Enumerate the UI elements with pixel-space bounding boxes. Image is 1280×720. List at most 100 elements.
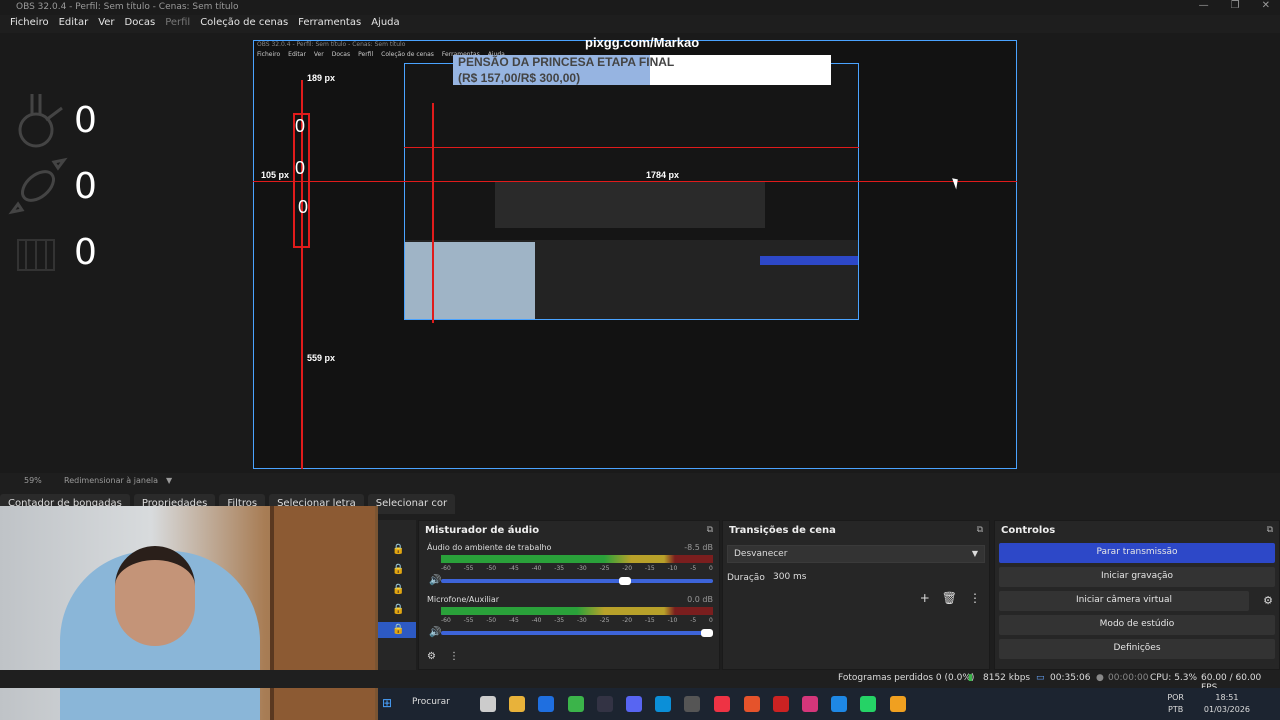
nested-menu-item: Perfil bbox=[358, 51, 374, 58]
volume-knob[interactable] bbox=[619, 577, 631, 585]
tick: -55 bbox=[463, 565, 474, 572]
dock-float-icon[interactable]: ⧉ bbox=[1267, 525, 1273, 535]
measure-top: 189 px bbox=[307, 73, 336, 83]
lock-icon[interactable]: 🔒 bbox=[392, 624, 404, 635]
counter-row: 0 bbox=[8, 156, 97, 216]
app-icon[interactable] bbox=[773, 696, 789, 712]
menu-docas[interactable]: Docas bbox=[120, 15, 161, 33]
nested-stream-button bbox=[760, 256, 858, 265]
measure-right: 1784 px bbox=[646, 170, 680, 180]
guide-horizontal bbox=[253, 181, 1017, 182]
duration-label: Duração bbox=[727, 573, 765, 583]
clock-date: 01/03/2026 bbox=[1203, 705, 1250, 714]
resize-to-window[interactable]: Redimensionar à janela bbox=[64, 476, 158, 485]
tick: -15 bbox=[644, 617, 655, 624]
volume-knob[interactable] bbox=[701, 629, 713, 637]
volume-slider[interactable] bbox=[441, 631, 713, 635]
counter-value: 0 bbox=[74, 165, 97, 207]
instagram-icon[interactable] bbox=[802, 696, 818, 712]
tick: -45 bbox=[508, 617, 519, 624]
file-explorer-icon[interactable] bbox=[509, 696, 525, 712]
gear-icon[interactable]: ⚙ bbox=[1263, 594, 1273, 607]
trash-icon[interactable]: 🗑 bbox=[942, 591, 957, 605]
volume-slider[interactable] bbox=[441, 579, 713, 583]
guide-vertical-nested bbox=[432, 103, 434, 323]
nested-menu-item: Docas bbox=[331, 51, 351, 58]
windows-start-icon[interactable]: ⊞ bbox=[382, 696, 392, 710]
tick: -35 bbox=[554, 565, 565, 572]
tick: -45 bbox=[508, 565, 519, 572]
tick: -60 bbox=[441, 565, 451, 572]
speaker-icon[interactable]: 🔊 bbox=[429, 575, 441, 586]
cloud-icon[interactable] bbox=[890, 696, 906, 712]
restore-icon[interactable]: ❐ bbox=[1231, 0, 1240, 11]
lock-icon[interactable]: 🔒 bbox=[392, 564, 404, 575]
duration-input[interactable]: 300 ms bbox=[767, 569, 985, 587]
menu-perfil[interactable]: Perfil bbox=[160, 15, 195, 33]
menu-ver[interactable]: Ver bbox=[93, 15, 119, 33]
meter-ticks: -60 -55 -50 -45 -40 -35 -30 -25 -20 -15 -10 -5 0 bbox=[441, 617, 713, 624]
add-icon[interactable]: + bbox=[920, 591, 930, 605]
settings-button[interactable]: Definições bbox=[999, 639, 1275, 659]
xbox-icon[interactable] bbox=[568, 696, 584, 712]
app-icon[interactable] bbox=[831, 696, 847, 712]
menu-ajuda[interactable]: Ajuda bbox=[366, 15, 404, 33]
steam-icon[interactable] bbox=[597, 696, 613, 712]
chevron-down-icon[interactable]: ▼ bbox=[166, 476, 172, 485]
donation-goal-banner: PENSÃO DA PRINCESA ETAPA FINAL (R$ 157,0… bbox=[453, 55, 831, 85]
discord-icon[interactable] bbox=[626, 696, 642, 712]
transitions-title: Transições de cena bbox=[729, 525, 836, 536]
lock-icon[interactable]: 🔒 bbox=[392, 604, 404, 615]
lock-icon[interactable]: 🔒 bbox=[392, 584, 404, 595]
nested-menu-item: Editar bbox=[288, 51, 306, 58]
chrome-icon[interactable] bbox=[714, 696, 730, 712]
menu-ferramentas[interactable]: Ferramentas bbox=[293, 15, 366, 33]
edge-icon[interactable] bbox=[655, 696, 671, 712]
dock-float-icon[interactable]: ⧉ bbox=[707, 525, 713, 535]
tick: 0 bbox=[709, 617, 713, 624]
volume-meter bbox=[441, 555, 713, 563]
tick: -50 bbox=[486, 565, 497, 572]
zoom-bar: 59% Redimensionar à janela ▼ bbox=[0, 474, 1280, 488]
transition-selected: Desvanecer bbox=[734, 549, 788, 559]
lock-icon[interactable]: 🔒 bbox=[392, 544, 404, 555]
tick: -30 bbox=[576, 617, 587, 624]
flask-icon bbox=[18, 94, 63, 148]
nested-counter-value: 0 bbox=[298, 197, 309, 217]
speaker-icon[interactable]: 🔊 bbox=[429, 627, 441, 638]
app-icon[interactable] bbox=[744, 696, 760, 712]
minimize-icon[interactable]: — bbox=[1199, 0, 1209, 11]
obs-icon[interactable] bbox=[684, 696, 700, 712]
task-view-icon[interactable] bbox=[480, 696, 496, 712]
system-clock[interactable]: 18:51 01/03/2026 bbox=[1204, 692, 1250, 716]
tick: -35 bbox=[554, 617, 565, 624]
stop-streaming-button[interactable]: Parar transmissão bbox=[999, 543, 1275, 563]
scene-transitions-panel: Transições de cena ⧉ Desvanecer ▼ Duraçã… bbox=[722, 520, 990, 670]
close-icon[interactable]: ✕ bbox=[1262, 0, 1270, 11]
menu-ficheiro[interactable]: Ficheiro bbox=[5, 15, 54, 33]
tick: -25 bbox=[599, 565, 610, 572]
banner-amount: (R$ 157,00/R$ 300,00) bbox=[458, 71, 581, 85]
more-icon[interactable]: ⋮ bbox=[449, 651, 459, 662]
status-bar: Fotogramas perdidos 0 (0.0%) ▮ 8152 kbps… bbox=[0, 670, 1280, 693]
tick: -55 bbox=[463, 617, 474, 624]
mixer-settings-icon[interactable]: ⚙ bbox=[427, 651, 436, 662]
zoom-level[interactable]: 59% bbox=[24, 476, 42, 485]
transition-select[interactable]: Desvanecer ▼ bbox=[727, 545, 985, 563]
start-recording-button[interactable]: Iniciar gravação bbox=[999, 567, 1275, 587]
nested-counter-value: 0 bbox=[295, 116, 306, 136]
meter-ticks: -60 -55 -50 -45 -40 -35 -30 -25 -20 -15 -10 -5 0 bbox=[441, 565, 713, 572]
store-icon[interactable] bbox=[538, 696, 554, 712]
menu-editar[interactable]: Editar bbox=[54, 15, 94, 33]
taskbar-search[interactable]: Procurar bbox=[412, 697, 450, 707]
language-indicator[interactable]: POR PTB bbox=[1167, 692, 1184, 716]
whatsapp-icon[interactable] bbox=[860, 696, 876, 712]
dock-float-icon[interactable]: ⧉ bbox=[977, 525, 983, 535]
menu-colecao-cenas[interactable]: Coleção de cenas bbox=[195, 15, 293, 33]
candy-icon bbox=[8, 157, 68, 215]
tab-selecionar-cor[interactable]: Selecionar cor bbox=[367, 494, 456, 514]
record-time: 00:00:00 bbox=[1108, 673, 1149, 683]
start-virtual-camera-button[interactable]: Iniciar câmera virtual bbox=[999, 591, 1249, 611]
more-icon[interactable]: ⋮ bbox=[969, 591, 981, 605]
studio-mode-button[interactable]: Modo de estúdio bbox=[999, 615, 1275, 635]
